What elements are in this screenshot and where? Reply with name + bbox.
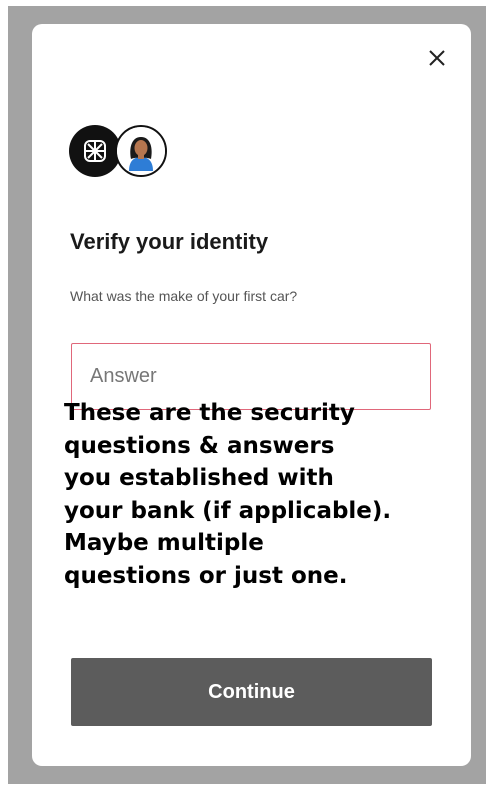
close-button[interactable]	[425, 46, 449, 70]
brand-logo	[69, 125, 121, 177]
dialog-title: Verify your identity	[70, 229, 269, 254]
annotation-overlay: These are the security questions & answe…	[64, 400, 392, 589]
lattice-logo-icon	[84, 140, 106, 162]
user-avatar	[115, 125, 167, 177]
security-question: What was the make of your first car?	[70, 288, 298, 304]
logo-group	[69, 125, 179, 183]
close-icon	[429, 50, 445, 66]
verify-identity-dialog: Verify your identity What was the make o…	[32, 24, 471, 766]
continue-button[interactable]: Continue	[71, 658, 432, 726]
user-avatar-icon	[117, 127, 165, 175]
